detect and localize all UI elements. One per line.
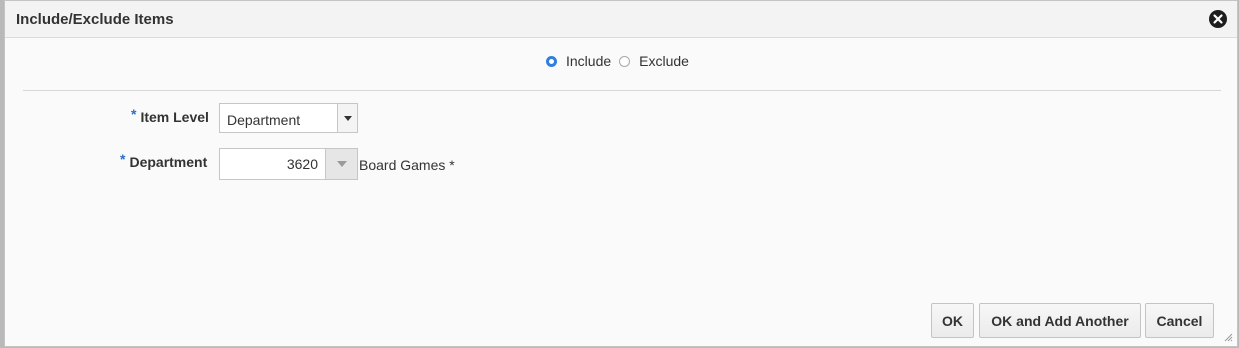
department-input[interactable]: 3620 <box>219 148 326 180</box>
department-label: * Department <box>120 151 208 170</box>
required-marker: * <box>120 151 126 167</box>
ok-and-add-another-button[interactable]: OK and Add Another <box>979 303 1141 338</box>
page-backdrop: Include/Exclude Items Include Exclude * I… <box>0 0 1239 348</box>
dialog-titlebar: Include/Exclude Items <box>5 1 1237 38</box>
cancel-button[interactable]: Cancel <box>1145 303 1214 338</box>
close-icon[interactable] <box>1209 10 1227 28</box>
exclude-radio[interactable]: Exclude <box>619 53 689 69</box>
department-description: Board Games * <box>359 157 455 173</box>
radio-selected-icon <box>546 55 557 67</box>
dialog-title: Include/Exclude Items <box>16 11 174 28</box>
section-divider <box>23 90 1221 91</box>
include-exclude-radio-group: Include Exclude <box>546 52 697 70</box>
required-marker: * <box>131 106 137 122</box>
resize-grip-icon[interactable] <box>1223 332 1233 342</box>
department-label-text: Department <box>129 154 208 170</box>
exclude-radio-label: Exclude <box>639 53 689 69</box>
radio-unselected-icon <box>619 55 631 67</box>
include-exclude-dialog: Include/Exclude Items Include Exclude * I… <box>4 0 1238 347</box>
item-level-select[interactable]: Department <box>219 103 358 133</box>
include-radio[interactable]: Include <box>546 53 611 69</box>
department-lov-button[interactable] <box>326 148 358 180</box>
include-radio-label: Include <box>566 53 612 69</box>
item-level-label: * Item Level <box>131 106 209 125</box>
triangle-down-icon <box>336 161 347 167</box>
item-level-value: Department <box>227 112 301 128</box>
dropdown-arrow-icon[interactable] <box>337 104 357 132</box>
item-level-label-text: Item Level <box>140 109 209 125</box>
ok-button[interactable]: OK <box>931 303 974 338</box>
